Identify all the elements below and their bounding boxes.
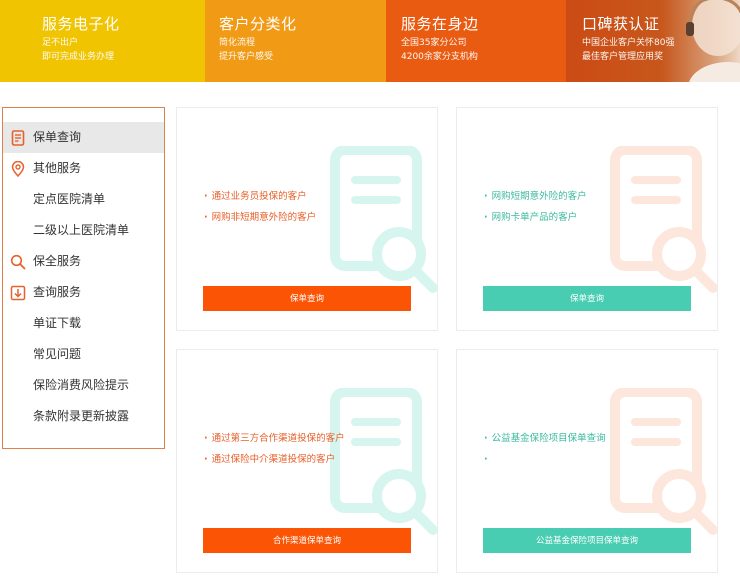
feature-banner: 服务电子化 足不出户 即可完成业务办理 客户分类化 简化流程 提升客户感受 服务… [0, 0, 740, 82]
charity-fund-query-button[interactable]: 公益基金保险项目保单查询 [483, 528, 691, 553]
sidebar-item-preservation-service[interactable]: 保全服务 [3, 246, 164, 277]
banner-segment-electronic: 服务电子化 足不出户 即可完成业务办理 [0, 0, 205, 82]
banner-subtitle-1: 足不出户 [42, 38, 79, 48]
card-customer-list: 通过业务员投保的客户 网购非短期意外险的客户 [204, 186, 317, 228]
list-item: 网购短期意外险的客户 [484, 186, 587, 207]
banner-subtitle-1: 简化流程 [219, 38, 256, 48]
sidebar-item-other-services[interactable]: 其他服务 [3, 153, 164, 184]
document-search-watermark-icon [610, 146, 717, 293]
sidebar-item-label: 条款附录更新披露 [33, 409, 130, 423]
policy-query-button[interactable]: 保单查询 [483, 286, 691, 311]
sidebar-item-label: 保单查询 [33, 130, 82, 144]
magnifier-icon [10, 254, 26, 270]
banner-subtitle-2: 最佳客户管理应用奖 [582, 52, 664, 62]
card-customer-list: 通过第三方合作渠道投保的客户 通过保险中介渠道投保的客户 [204, 428, 345, 470]
sidebar-item-label: 查询服务 [33, 285, 82, 299]
sidebar-item-terms-disclosure[interactable]: 条款附录更新披露 [3, 401, 164, 432]
document-search-watermark-icon [610, 388, 717, 535]
sidebar-item-document-download[interactable]: 单证下载 [3, 308, 164, 339]
sidebar-item-label: 常见问题 [33, 347, 82, 361]
sidebar-item-inquiry-service[interactable]: 查询服务 [3, 277, 164, 308]
sidebar-item-label: 保险消费风险提示 [33, 378, 130, 392]
banner-segment-nearby: 服务在身边 全国35家分公司 4200余家分支机构 [386, 0, 566, 82]
banner-subtitle-2: 提升客户感受 [219, 52, 274, 62]
banner-subtitle-1: 中国企业客户关怀80强 [582, 38, 675, 48]
policy-doc-icon [11, 130, 25, 146]
banner-subtitle-2: 即可完成业务办理 [42, 52, 115, 62]
sidebar-item-faq[interactable]: 常见问题 [3, 339, 164, 370]
list-item: 通过第三方合作渠道投保的客户 [204, 428, 345, 449]
sidebar-item-risk-warning[interactable]: 保险消费风险提示 [3, 370, 164, 401]
banner-subtitle-1: 全国35家分公司 [401, 38, 467, 48]
card-customer-list: 公益基金保险项目保单查询 [484, 428, 606, 470]
list-item: 网购卡单产品的客户 [484, 207, 587, 228]
query-card-partner-channel: 通过第三方合作渠道投保的客户 通过保险中介渠道投保的客户 合作渠道保单查询 [176, 349, 438, 573]
sidebar-item-designated-hospitals[interactable]: 定点医院清单 [3, 184, 164, 215]
banner-segment-classification: 客户分类化 简化流程 提升客户感受 [205, 0, 386, 82]
list-item: 通过业务员投保的客户 [204, 186, 316, 207]
sidebar-item-level2-hospitals[interactable]: 二级以上医院清单 [3, 215, 164, 246]
banner-subtitle-2: 4200余家分支机构 [401, 52, 478, 62]
policy-query-button[interactable]: 保单查询 [203, 286, 411, 311]
query-card-agent-customers: 通过业务员投保的客户 网购非短期意外险的客户 保单查询 [176, 107, 438, 331]
banner-segment-reputation: 口碑获认证 中国企业客户关怀80强 最佳客户管理应用奖 [566, 0, 740, 82]
sidebar-item-label: 定点医院清单 [33, 192, 106, 206]
sidebar-item-label: 保全服务 [33, 254, 82, 268]
query-card-charity-fund: 公益基金保险项目保单查询 公益基金保险项目保单查询 [456, 349, 718, 573]
sidebar-item-label: 单证下载 [33, 316, 82, 330]
list-item: 公益基金保险项目保单查询 [484, 428, 606, 449]
banner-title: 口碑获认证 [582, 15, 660, 33]
sidebar-item-label: 二级以上医院清单 [33, 223, 130, 237]
sidebar-item-policy-query[interactable]: 保单查询 [3, 122, 164, 153]
query-card-online-short-term: 网购短期意外险的客户 网购卡单产品的客户 保单查询 [456, 107, 718, 331]
download-icon [10, 285, 26, 301]
list-item: 通过保险中介渠道投保的客户 [204, 449, 345, 470]
banner-title: 客户分类化 [219, 15, 297, 33]
sidebar-item-label: 其他服务 [33, 161, 82, 175]
document-search-watermark-icon [330, 146, 437, 293]
banner-title: 服务电子化 [42, 15, 120, 33]
banner-title: 服务在身边 [401, 15, 479, 33]
location-pin-icon [11, 161, 25, 177]
service-sidebar: 保单查询 其他服务 定点医院清单 二级以上医院清单 保全服务 查询服务 单证下载… [2, 107, 165, 449]
partner-channel-query-button[interactable]: 合作渠道保单查询 [203, 528, 411, 553]
card-customer-list: 网购短期意外险的客户 网购卡单产品的客户 [484, 186, 587, 228]
list-item [484, 449, 606, 470]
list-item: 网购非短期意外险的客户 [204, 207, 317, 228]
